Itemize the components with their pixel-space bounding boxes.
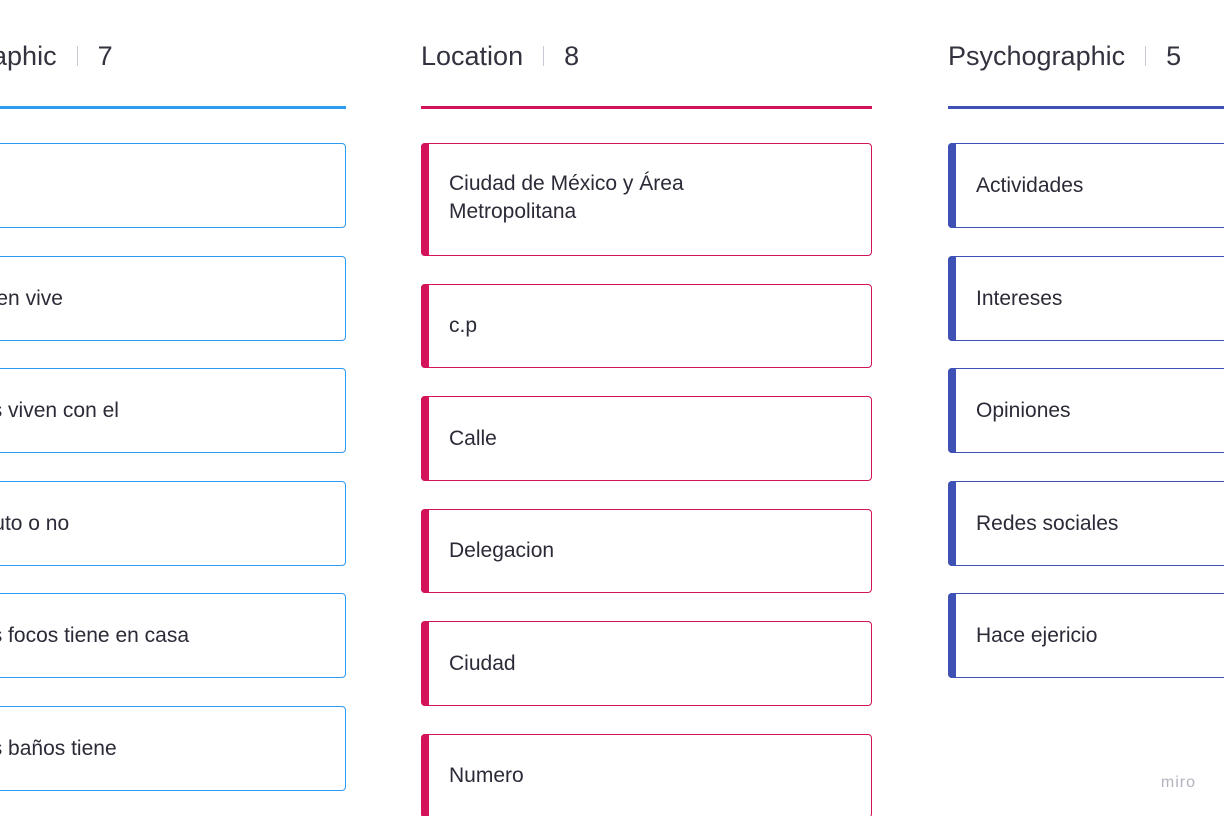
card-color-bar [421, 284, 429, 368]
card[interactable]: Con quien vive [0, 256, 346, 341]
header-separator [1145, 46, 1147, 66]
column-title: Demographic [0, 40, 57, 71]
card-text: Opiniones [976, 398, 1071, 422]
card[interactable]: Numero [421, 734, 872, 816]
column-divider [0, 106, 346, 109]
column-header[interactable]: Location 8 [421, 38, 579, 74]
card-text: Tiene auto o no [0, 511, 70, 535]
card-text: Hace ejericio [976, 623, 1098, 647]
card-color-bar [421, 621, 429, 706]
card-text: Calle [449, 426, 497, 450]
column-count: 8 [564, 40, 580, 71]
card-text: c.p [449, 314, 478, 337]
column-count: 5 [1166, 40, 1182, 71]
column-header[interactable]: Psychographic 5 [948, 38, 1181, 74]
card[interactable]: Redes sociales [948, 481, 1224, 566]
card-text: Cuantos viven con el [0, 398, 119, 422]
card-color-bar [421, 396, 429, 481]
card-color-bar [948, 256, 956, 341]
card[interactable]: Hace ejericio [948, 593, 1224, 678]
card[interactable]: Tiene auto o no [0, 481, 346, 566]
card-text: Redes sociales [976, 511, 1119, 535]
card-color-bar [948, 368, 956, 453]
card[interactable]: Cuantos focos tiene en casa [0, 593, 346, 678]
card[interactable]: Calle [421, 396, 872, 481]
card-color-bar [948, 143, 956, 228]
card[interactable]: Ciudad [421, 621, 872, 706]
card[interactable]: Opiniones [948, 368, 1224, 453]
card-color-bar [421, 509, 429, 593]
miro-watermark: miro [1160, 774, 1196, 791]
card-text: Ciudad [449, 651, 516, 675]
card-text: Intereses [976, 286, 1063, 310]
card[interactable]: Cuantos baños tiene [0, 706, 346, 791]
board-canvas[interactable]: Demographic 7 Con quien vive Cuantos viv… [0, 0, 1224, 816]
column-title: Location [421, 40, 524, 71]
card-color-bar [421, 734, 429, 816]
card-text: Cuantos focos tiene en casa [0, 623, 190, 647]
card-text: Cuantos baños tiene [0, 736, 117, 760]
header-separator [76, 46, 78, 66]
card-text: Actividades [976, 173, 1084, 197]
header-separator [543, 46, 545, 66]
card[interactable]: Actividades [948, 143, 1224, 228]
card-text: Ciudad de México y Área Metropolitana [449, 172, 684, 223]
card[interactable]: c.p [421, 284, 872, 368]
card-text: Delegacion [449, 539, 555, 562]
column-header[interactable]: Demographic 7 [0, 38, 113, 74]
column-divider [421, 106, 872, 109]
card-color-bar [948, 481, 956, 566]
column-count: 7 [97, 40, 113, 71]
column-title: Psychographic [948, 40, 1126, 71]
card[interactable]: Delegacion [421, 509, 872, 593]
card-text: Numero [449, 764, 524, 787]
card-color-bar [948, 593, 956, 678]
column-divider [948, 106, 1224, 109]
card[interactable]: Cuantos viven con el [0, 368, 346, 453]
card[interactable] [0, 143, 346, 228]
card[interactable]: Ciudad de México y Área Metropolitana [421, 143, 872, 256]
card-color-bar [421, 143, 429, 256]
card-text: Con quien vive [0, 286, 63, 310]
card[interactable]: Intereses [948, 256, 1224, 341]
